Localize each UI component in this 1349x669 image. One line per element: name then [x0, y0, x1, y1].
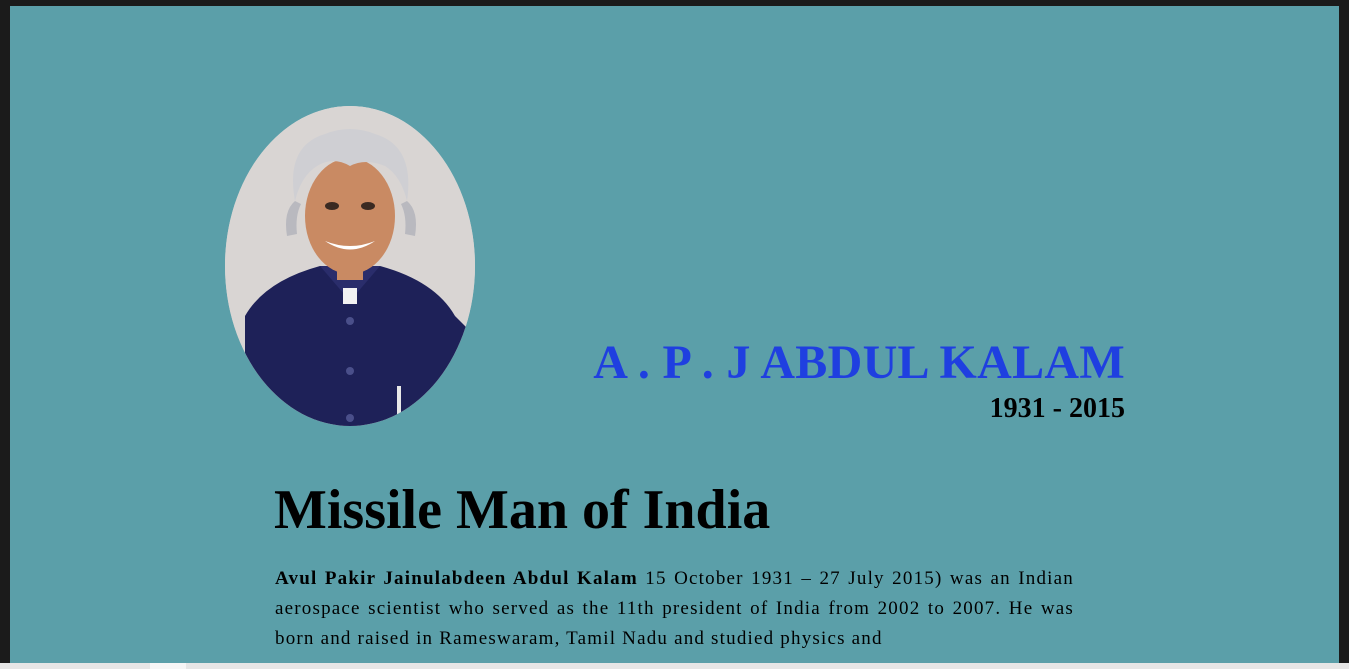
portrait-photo: [225, 106, 475, 426]
scrollbar-thumb[interactable]: [150, 663, 186, 669]
person-name: A . P . J ABDUL KALAM: [593, 336, 1125, 389]
page-headline: Missile Man of India: [274, 479, 771, 541]
life-years: 1931 - 2015: [989, 393, 1125, 424]
portrait-illustration: [225, 106, 475, 426]
horizontal-scrollbar[interactable]: [0, 663, 1349, 669]
bio-full-name: Avul Pakir Jainulabdeen Abdul Kalam: [275, 568, 638, 589]
biography-paragraph: Avul Pakir Jainulabdeen Abdul Kalam 15 O…: [275, 564, 1074, 654]
page-body: A . P . J ABDUL KALAM 1931 - 2015 Missil…: [10, 6, 1339, 669]
